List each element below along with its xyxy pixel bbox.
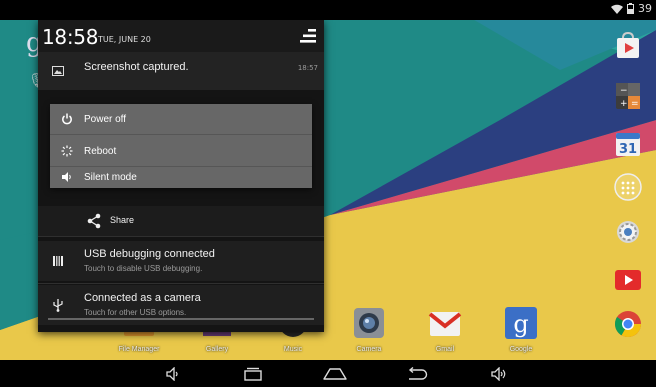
chrome-app[interactable]: [612, 308, 644, 340]
svg-text:−: −: [620, 86, 628, 96]
usb-icon: [53, 299, 63, 312]
battery-icon: [627, 3, 634, 14]
app-drawer-button[interactable]: [612, 171, 644, 203]
power-off-item[interactable]: Power off: [50, 104, 312, 134]
reboot-icon: [60, 144, 74, 158]
usb-debug-icon: [53, 256, 63, 266]
usb-debugging-title: USB debugging connected: [84, 248, 215, 260]
svg-text:=: =: [631, 99, 639, 109]
youtube-icon: [615, 270, 641, 290]
power-icon: [60, 112, 74, 126]
gmail-icon: [428, 312, 462, 336]
home-button[interactable]: [320, 363, 350, 385]
clock: 18:58: [42, 25, 99, 49]
recents-button[interactable]: [238, 363, 268, 385]
navigation-bar: [0, 360, 656, 387]
silent-mode-label: Silent mode: [84, 171, 137, 183]
calendar-app[interactable]: 31: [612, 128, 644, 160]
chrome-icon: [614, 311, 642, 338]
android-screen: g 🎙 − + = 31 File Manager Gallery Music …: [0, 0, 656, 387]
screenshot-notification-title: Screenshot captured.: [84, 61, 189, 73]
date: TUE, JUNE 20: [98, 35, 151, 44]
status-icons: 39: [611, 2, 652, 15]
usb-debug-icon-box: [38, 241, 78, 281]
volume-up-icon: [491, 367, 506, 381]
quick-settings-button[interactable]: [298, 26, 318, 46]
wifi-icon: [611, 4, 623, 14]
share-icon: [87, 213, 101, 229]
svg-text:g: g: [513, 310, 528, 338]
calendar-icon: 31: [616, 133, 640, 157]
usb-camera-title: Connected as a camera: [84, 292, 201, 304]
divider: [38, 283, 324, 284]
silent-mode-item[interactable]: Silent mode: [50, 162, 312, 188]
usb-camera-subtitle: Touch for other USB options.: [84, 308, 187, 317]
music-label: Music: [283, 346, 303, 353]
volume-up-button[interactable]: [484, 363, 514, 385]
gmail-label: Gmail: [435, 346, 455, 353]
shade-scroll-handle[interactable]: [48, 318, 314, 320]
share-label: Share: [110, 215, 135, 225]
settings-gear-icon: [617, 221, 639, 243]
calendar-day: 31: [619, 142, 637, 157]
right-app-dock: − + = 31: [612, 28, 648, 358]
google-label: Google: [509, 346, 533, 353]
quick-settings-icon: [300, 29, 316, 43]
image-icon: [52, 66, 64, 76]
settings-app[interactable]: [612, 216, 644, 248]
svg-text:+: +: [620, 99, 628, 109]
power-menu: Power off Reboot Silent mode: [50, 104, 312, 188]
screenshot-notification[interactable]: Screenshot captured. 18:57: [38, 52, 324, 90]
google-icon: g: [505, 307, 537, 339]
volume-down-button[interactable]: [158, 363, 188, 385]
play-store-icon: [617, 32, 639, 58]
power-off-label: Power off: [84, 113, 127, 125]
camera-label: Camera: [356, 346, 382, 353]
camera-app[interactable]: Camera: [344, 300, 394, 358]
battery-percentage: 39: [638, 2, 652, 15]
share-action[interactable]: Share: [38, 206, 324, 236]
back-icon: [408, 367, 428, 380]
volume-icon: [60, 170, 74, 184]
shade-header: 18:58 TUE, JUNE 20: [38, 20, 324, 52]
screenshot-icon-box: [38, 52, 78, 90]
calculator-app[interactable]: − + =: [612, 80, 644, 112]
divider: [50, 134, 312, 135]
app-drawer-icon: [614, 173, 642, 201]
youtube-app[interactable]: [612, 264, 644, 296]
gallery-label: Gallery: [205, 346, 229, 353]
gmail-app[interactable]: Gmail: [420, 300, 470, 358]
volume-down-icon: [166, 367, 178, 381]
file-manager-label: File Manager: [118, 346, 160, 353]
reboot-label: Reboot: [84, 145, 117, 157]
home-icon: [323, 368, 347, 380]
screenshot-notification-time: 18:57: [297, 64, 318, 72]
usb-debugging-subtitle: Touch to disable USB debugging.: [84, 264, 203, 273]
recents-icon: [244, 367, 262, 381]
status-bar: 39: [0, 0, 656, 20]
play-store-app[interactable]: [612, 30, 644, 62]
usb-debugging-notification[interactable]: USB debugging connected Touch to disable…: [38, 241, 324, 281]
calculator-icon: − + =: [616, 83, 640, 109]
back-button[interactable]: [402, 363, 432, 385]
google-app[interactable]: g Google: [496, 300, 546, 358]
divider: [38, 236, 324, 237]
camera-icon: [354, 308, 384, 338]
